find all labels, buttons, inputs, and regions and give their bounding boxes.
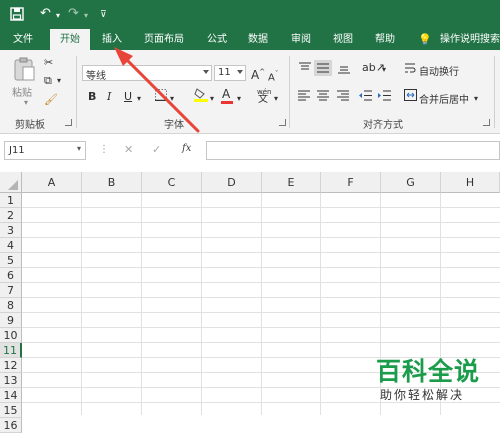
watermark-slogan: 助你轻松解决 [380,388,465,402]
row-header[interactable]: 16 [0,418,22,433]
watermark-logo: 百科全说 助你轻松解决 [368,352,500,407]
watermark-brand: 百科全说 [376,357,481,386]
